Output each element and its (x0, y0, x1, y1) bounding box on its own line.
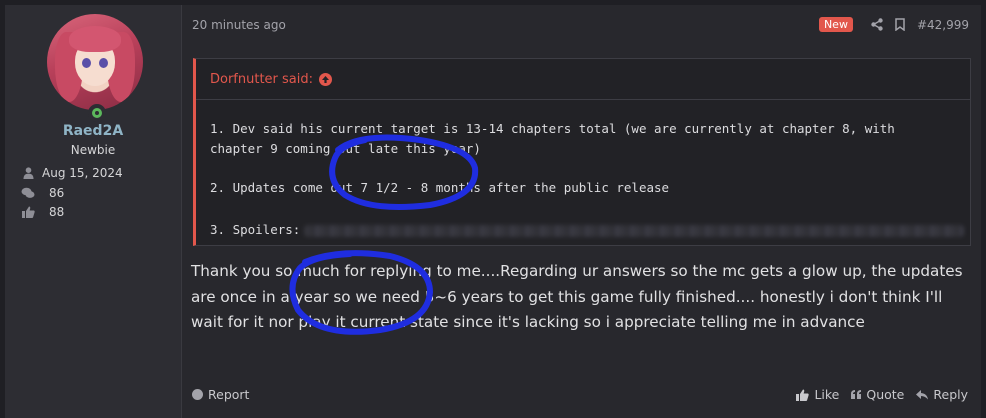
messages-stat: 86 (21, 186, 64, 200)
bookmark-icon[interactable] (895, 18, 905, 31)
messages-count: 86 (49, 186, 65, 200)
joined-date: Aug 15, 2024 (42, 166, 123, 180)
thumbs-up-icon (796, 389, 810, 401)
reply-button[interactable]: Reply (916, 387, 968, 402)
share-icon[interactable] (871, 18, 883, 31)
report-button[interactable]: Report (192, 387, 249, 402)
joined-stat: Aug 15, 2024 (21, 166, 123, 180)
like-button[interactable]: Like (796, 387, 839, 402)
report-label: Report (208, 387, 250, 402)
post-main: 20 minutes ago New #42,999 Dorfnutter sa… (182, 5, 981, 418)
spoilers-label: 3. Spoilers: (210, 222, 301, 237)
post-body: Thank you so much for replying to me....… (191, 262, 963, 331)
username[interactable]: Raed2A (5, 123, 181, 139)
user-icon (21, 167, 35, 179)
like-label: Like (814, 387, 840, 402)
avatar-image (47, 14, 143, 110)
user-sidebar: Raed2A Newbie Aug 15, 2024 86 88 (5, 5, 182, 418)
post-header-actions: New #42,999 (818, 17, 969, 32)
new-badge: New (818, 17, 853, 32)
quote-author[interactable]: Dorfnutter said: (210, 72, 313, 87)
reply-icon (916, 389, 929, 400)
post-container: Raed2A Newbie Aug 15, 2024 86 88 20 minu… (5, 5, 981, 418)
quote-line-2: 2. Updates come out 7 1/2 - 8 months aft… (210, 180, 670, 195)
post-number[interactable]: #42,999 (917, 18, 969, 32)
post-timestamp[interactable]: 20 minutes ago (192, 18, 286, 32)
footer-actions: Like Quote Reply (784, 387, 968, 402)
reply-label: Reply (933, 387, 968, 402)
avatar[interactable] (47, 14, 143, 122)
arrow-up-icon[interactable] (319, 72, 333, 86)
quote-label: Quote (866, 387, 905, 402)
online-status-icon (88, 104, 106, 122)
quote-line-1: 1. Dev said his current target is 13-14 … (210, 121, 895, 156)
quote-icon (851, 390, 862, 399)
messages-icon (21, 187, 35, 199)
blurred-spoiler[interactable] (304, 224, 965, 237)
quote-header[interactable]: Dorfnutter said: (196, 59, 970, 100)
post-footer: Report Like Quote Reply (182, 385, 981, 407)
quote-button[interactable]: Quote (851, 387, 904, 402)
reactions-stat: 88 (21, 205, 64, 219)
report-icon (192, 389, 203, 400)
user-title: Newbie (70, 143, 116, 157)
quote-block: Dorfnutter said: 1. Dev said his current… (193, 58, 971, 246)
thumbs-up-icon (21, 206, 35, 218)
reactions-count: 88 (49, 205, 65, 219)
quote-line-3: 3. Spoilers: (210, 222, 965, 237)
